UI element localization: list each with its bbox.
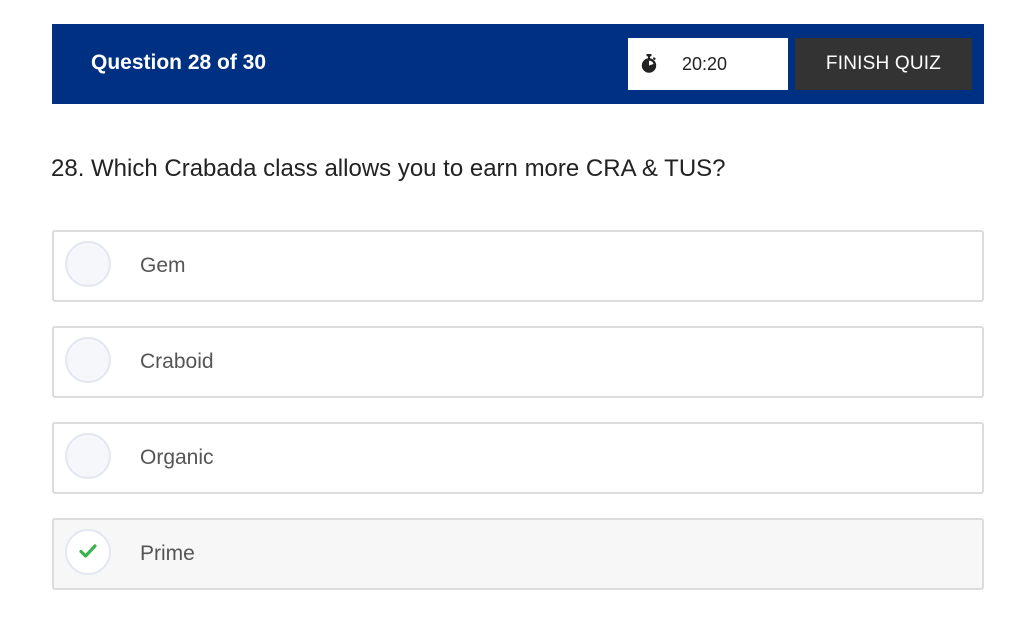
- answer-option-prime[interactable]: Prime: [52, 518, 984, 590]
- checkmark-icon: [79, 544, 97, 558]
- answer-option-organic[interactable]: Organic: [52, 422, 984, 494]
- answer-label: Craboid: [140, 350, 214, 373]
- answer-radio-selected[interactable]: [65, 529, 111, 575]
- answer-option-craboid[interactable]: Craboid: [52, 326, 984, 398]
- answer-radio[interactable]: [65, 241, 111, 287]
- finish-quiz-button[interactable]: FINISH QUIZ: [795, 38, 972, 90]
- answer-label: Organic: [140, 446, 214, 469]
- answer-label: Prime: [140, 542, 195, 565]
- answer-radio[interactable]: [65, 337, 111, 383]
- answer-radio[interactable]: [65, 433, 111, 479]
- answer-label: Gem: [140, 254, 186, 277]
- quiz-page: Question 28 of 30 20:20 FINISH QUIZ 28. …: [0, 0, 1026, 630]
- quiz-header: Question 28 of 30 20:20 FINISH QUIZ: [52, 24, 984, 104]
- question-progress: Question 28 of 30: [91, 51, 267, 74]
- answer-option-gem[interactable]: Gem: [52, 230, 984, 302]
- quiz-timer: 20:20: [628, 38, 788, 90]
- answer-list: Gem Craboid Organic Prime: [52, 230, 984, 614]
- timer-value: 20:20: [682, 54, 728, 74]
- stopwatch-icon: [641, 54, 657, 74]
- question-text: 28. Which Crabada class allows you to ea…: [51, 155, 726, 182]
